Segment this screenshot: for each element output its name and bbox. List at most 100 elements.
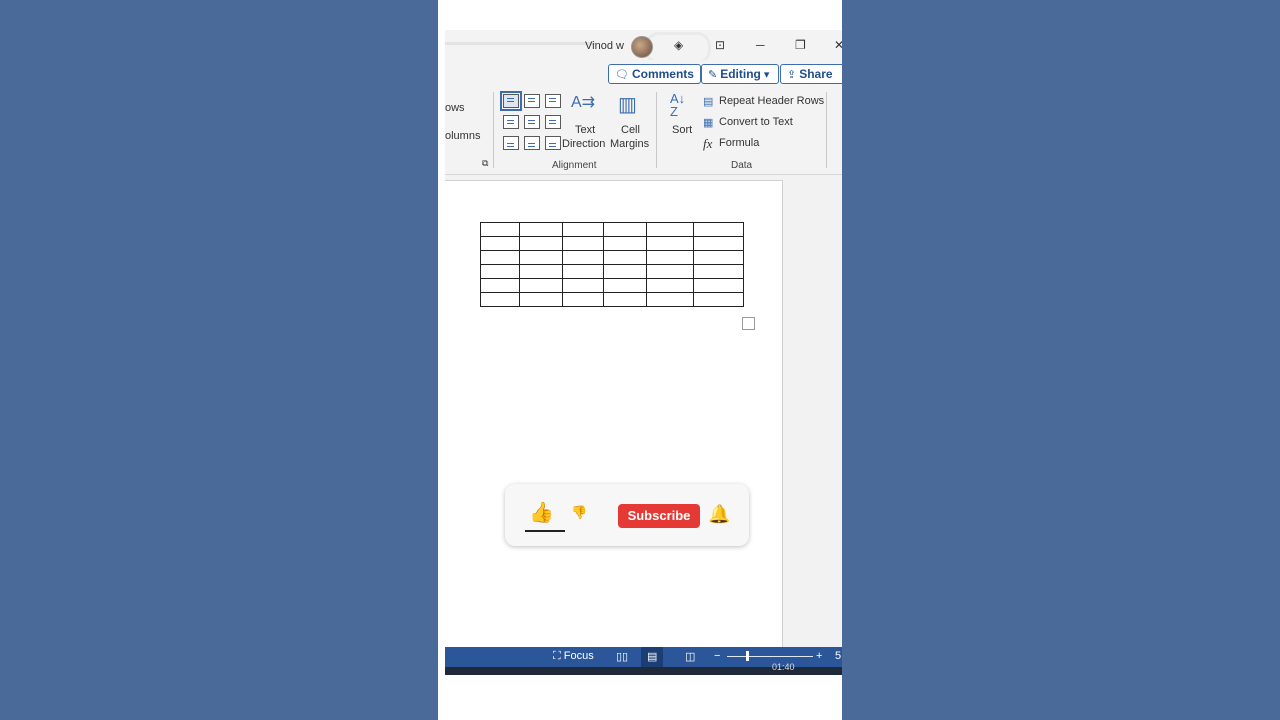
table-cell[interactable]	[646, 250, 694, 265]
table-cell[interactable]	[603, 250, 647, 265]
share-button[interactable]: ⇪ Share	[780, 64, 842, 84]
subscribe-button[interactable]: Subscribe	[618, 504, 700, 528]
cell-margins-label-2: Margins	[610, 138, 650, 150]
minimize-icon[interactable]: ─	[756, 38, 765, 52]
thumbs-down-icon[interactable]: 👍	[571, 504, 587, 520]
cell-margins-label-1: Cell	[621, 124, 640, 136]
thumbs-up-icon[interactable]: 👍	[529, 500, 554, 525]
table-cell[interactable]	[646, 264, 694, 279]
table-cell[interactable]	[480, 292, 520, 307]
alignment-group-label: Alignment	[552, 160, 597, 171]
repeat-header-icon: ▤	[703, 96, 714, 108]
read-mode-icon[interactable]: ▯▯	[616, 650, 628, 663]
table-cell[interactable]	[646, 278, 694, 293]
align-top-left-icon[interactable]	[500, 91, 522, 111]
table-cell[interactable]	[603, 278, 647, 293]
align-bottom-right-icon[interactable]	[545, 136, 561, 150]
table-row	[480, 222, 744, 237]
document-table[interactable]	[480, 222, 744, 307]
print-layout-icon[interactable]: ▤	[647, 650, 657, 663]
restore-icon[interactable]: ❐	[795, 38, 806, 52]
word-window: Vinod w ◈ ⊡ ─ ❐ ✕ 🗨 Comments ✎ Editing ▾ ⇪ S…	[445, 30, 842, 675]
align-center-left-icon[interactable]	[503, 115, 519, 129]
align-center-icon[interactable]	[524, 115, 540, 129]
dialog-launcher-icon[interactable]: ⧉	[482, 158, 488, 169]
document-page[interactable]	[445, 180, 783, 648]
table-cell[interactable]	[603, 264, 647, 279]
title-bar: Vinod w ◈ ⊡ ─ ❐ ✕	[445, 30, 842, 64]
columns-label[interactable]: olumns	[445, 130, 480, 142]
document-area	[445, 175, 842, 648]
rows-label[interactable]: ows	[445, 102, 465, 114]
formula-label: Formula	[719, 137, 760, 149]
table-cell[interactable]	[693, 250, 744, 265]
table-cell[interactable]	[693, 278, 744, 293]
ribbon: ows olumns ⧉ A⇉ Text Direction ▥ Cell Ma…	[445, 88, 842, 175]
diamond-icon[interactable]: ◈	[674, 38, 683, 52]
like-underline	[525, 530, 565, 532]
table-cell[interactable]	[603, 292, 647, 307]
table-cell[interactable]	[562, 264, 604, 279]
align-bottom-left-icon[interactable]	[503, 136, 519, 150]
table-cell[interactable]	[519, 264, 563, 279]
table-cell[interactable]	[562, 236, 604, 251]
focus-icon: ⛶	[553, 650, 564, 662]
editing-label: Editing	[720, 67, 761, 81]
table-cell[interactable]	[519, 292, 563, 307]
table-cell[interactable]	[562, 250, 604, 265]
close-icon[interactable]: ✕	[834, 38, 842, 52]
zoom-level[interactable]: 5	[835, 650, 841, 662]
command-bar: 🗨 Comments ✎ Editing ▾ ⇪ Share	[445, 60, 842, 88]
table-cell[interactable]	[693, 264, 744, 279]
table-cell[interactable]	[603, 236, 647, 251]
table-cell[interactable]	[693, 222, 744, 237]
table-row	[480, 292, 744, 307]
text-direction-label-2: Direction	[562, 138, 606, 150]
comments-button[interactable]: 🗨 Comments	[608, 64, 701, 84]
cell-margins-icon: ▥	[618, 94, 637, 116]
align-top-center-icon[interactable]	[524, 94, 540, 108]
editing-button[interactable]: ✎ Editing ▾	[701, 64, 780, 84]
table-cell[interactable]	[519, 222, 563, 237]
table-cell[interactable]	[693, 236, 744, 251]
comments-label: Comments	[631, 67, 694, 81]
ribbon-display-icon[interactable]: ⊡	[715, 38, 725, 52]
table-cell[interactable]	[519, 278, 563, 293]
youtube-action-bar: 👍 👍 Subscribe 🔔	[505, 484, 749, 546]
align-top-right-icon[interactable]	[545, 94, 561, 108]
table-cell[interactable]	[519, 250, 563, 265]
share-icon: ⇪	[787, 69, 797, 81]
table-cell[interactable]	[480, 278, 520, 293]
convert-icon: ▦	[703, 117, 714, 129]
table-cell[interactable]	[562, 292, 604, 307]
focus-button[interactable]: ⛶ Focus	[553, 650, 594, 663]
table-resize-handle[interactable]	[742, 317, 755, 330]
align-center-right-icon[interactable]	[545, 115, 561, 129]
table-cell[interactable]	[646, 236, 694, 251]
zoom-in-button[interactable]: +	[816, 650, 822, 662]
user-name[interactable]: Vinod w	[585, 40, 624, 52]
zoom-out-button[interactable]: −	[714, 650, 720, 662]
table-cell[interactable]	[562, 278, 604, 293]
bell-icon[interactable]: 🔔	[708, 504, 730, 525]
taskbar: 01:40	[445, 662, 842, 675]
table-cell[interactable]	[480, 264, 520, 279]
table-cell[interactable]	[480, 236, 520, 251]
zoom-slider-thumb[interactable]	[746, 651, 749, 661]
align-bottom-center-icon[interactable]	[524, 136, 540, 150]
avatar[interactable]	[631, 36, 653, 58]
table-cell[interactable]	[562, 222, 604, 237]
chevron-down-icon: ▾	[763, 69, 770, 81]
table-cell[interactable]	[480, 250, 520, 265]
table-cell[interactable]	[480, 222, 520, 237]
table-cell[interactable]	[646, 222, 694, 237]
zoom-slider-track[interactable]	[727, 656, 813, 657]
table-cell[interactable]	[693, 292, 744, 307]
web-layout-icon[interactable]: ◫	[685, 650, 695, 663]
table-cell[interactable]	[603, 222, 647, 237]
ribbon-separator	[656, 92, 657, 168]
table-row	[480, 278, 744, 293]
table-cell[interactable]	[519, 236, 563, 251]
text-direction-label-1: Text	[575, 124, 596, 136]
table-cell[interactable]	[646, 292, 694, 307]
